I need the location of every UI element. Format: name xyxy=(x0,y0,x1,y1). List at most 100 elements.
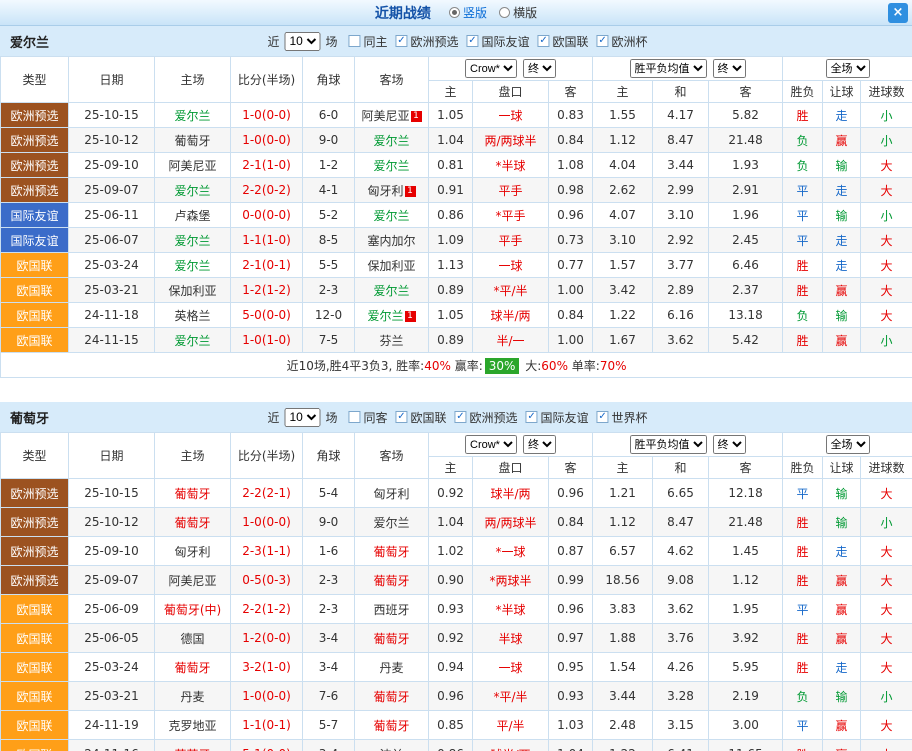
league-type-cell: 欧洲预选 xyxy=(1,566,69,595)
filter-option[interactable]: ✓欧国联 xyxy=(538,33,589,50)
ah-away-odds-cell: 1.03 xyxy=(549,711,593,740)
ah-home-odds-cell: 0.92 xyxy=(429,624,473,653)
odds-source-select[interactable]: 终 xyxy=(713,435,746,454)
match-row: 欧国联25-06-09葡萄牙(中)2-2(1-2)2-3西班牙0.93*半球0.… xyxy=(1,595,912,624)
team-name-text: 爱尔兰 xyxy=(373,159,409,173)
filter-option[interactable]: ✓欧洲杯 xyxy=(597,33,648,50)
score-cell: 1-0(1-0) xyxy=(231,328,303,353)
date-cell: 25-10-12 xyxy=(69,508,155,537)
checked-checkbox-icon[interactable]: ✓ xyxy=(538,35,550,47)
odds-away-cell: 12.18 xyxy=(709,479,783,508)
result-handicap-cell: 走 xyxy=(823,253,861,278)
filter-option[interactable]: 同主 xyxy=(348,33,387,50)
team-name-text: 匈牙利 xyxy=(367,184,403,198)
odds-draw-cell: 6.16 xyxy=(653,303,709,328)
odds-source-select[interactable]: Crow* xyxy=(465,435,517,454)
ah-home-odds-cell: 0.85 xyxy=(429,711,473,740)
home-team-cell: 爱尔兰 xyxy=(155,253,231,278)
odds-away-cell: 5.82 xyxy=(709,103,783,128)
team-name-text: 爱尔兰 xyxy=(174,184,210,198)
odds-source-select[interactable]: 全场 xyxy=(826,435,870,454)
team-name-text: 爱尔兰 xyxy=(174,259,210,273)
corner-cell: 2-3 xyxy=(303,595,355,624)
filter-option-label: 欧洲预选 xyxy=(470,409,518,426)
corner-cell: 5-7 xyxy=(303,711,355,740)
result-goals-cell: 大 xyxy=(861,303,912,328)
odds-home-cell: 1.12 xyxy=(593,508,653,537)
checked-checkbox-icon[interactable]: ✓ xyxy=(597,35,609,47)
result-goals-cell: 大 xyxy=(861,537,912,566)
odds-source-select[interactable]: 全场 xyxy=(826,59,870,78)
layout-mode-horizontal[interactable]: 横版 xyxy=(499,4,537,21)
close-icon[interactable]: × xyxy=(888,3,908,23)
match-row: 欧洲预选25-09-07阿美尼亚0-5(0-3)2-3葡萄牙0.90*两球半0.… xyxy=(1,566,912,595)
date-cell: 24-11-15 xyxy=(69,328,155,353)
column-subheader: 进球数 xyxy=(861,457,912,479)
odds-away-cell: 2.91 xyxy=(709,178,783,203)
team-name-text: 塞内加尔 xyxy=(367,234,415,248)
score-cell: 1-0(0-0) xyxy=(231,103,303,128)
column-subheader: 进球数 xyxy=(861,81,912,103)
odds-source-select[interactable]: 终 xyxy=(713,59,746,78)
checked-checkbox-icon[interactable]: ✓ xyxy=(597,411,609,423)
filter-option[interactable]: ✓欧洲预选 xyxy=(455,409,518,426)
odds-source-select[interactable]: 终 xyxy=(523,435,556,454)
away-team-cell: 匈牙利 xyxy=(355,479,429,508)
match-row: 欧洲预选25-09-07爱尔兰2-2(0-2)4-1匈牙利10.91平手0.98… xyxy=(1,178,912,203)
ah-away-odds-cell: 0.83 xyxy=(549,103,593,128)
unchecked-checkbox-icon[interactable] xyxy=(348,35,360,47)
league-type-cell: 欧国联 xyxy=(1,711,69,740)
ah-away-odds-cell: 1.00 xyxy=(549,328,593,353)
filter-option[interactable]: ✓欧国联 xyxy=(395,409,446,426)
layout-mode-vertical[interactable]: 竖版 xyxy=(449,4,487,21)
filter-option[interactable]: ✓国际友谊 xyxy=(526,409,589,426)
date-cell: 24-11-16 xyxy=(69,740,155,751)
filter-option[interactable]: ✓世界杯 xyxy=(597,409,648,426)
result-wdl-cell: 负 xyxy=(783,303,823,328)
ah-home-odds-cell: 0.86 xyxy=(429,203,473,228)
odds-source-select[interactable]: 终 xyxy=(523,59,556,78)
radio-icon[interactable] xyxy=(499,7,510,18)
team-name-text: 爱尔兰 xyxy=(174,334,210,348)
away-team-cell: 爱尔兰 xyxy=(355,203,429,228)
filter-option[interactable]: ✓欧洲预选 xyxy=(395,33,458,50)
result-wdl-cell: 平 xyxy=(783,595,823,624)
odds-source-select[interactable]: 胜平负均值 xyxy=(630,59,707,78)
result-wdl-cell: 负 xyxy=(783,153,823,178)
checked-checkbox-icon[interactable]: ✓ xyxy=(455,411,467,423)
column-header: 角球 xyxy=(303,57,355,103)
result-handicap-cell: 走 xyxy=(823,178,861,203)
filter-option-label: 同客 xyxy=(363,409,387,426)
corner-cell: 9-0 xyxy=(303,508,355,537)
result-goals-cell: 大 xyxy=(861,278,912,303)
filter-option[interactable]: ✓国际友谊 xyxy=(467,33,530,50)
checked-checkbox-icon[interactable]: ✓ xyxy=(526,411,538,423)
unchecked-checkbox-icon[interactable] xyxy=(348,411,360,423)
checked-checkbox-icon[interactable]: ✓ xyxy=(395,35,407,47)
column-subheader: 主 xyxy=(593,457,653,479)
checked-checkbox-icon[interactable]: ✓ xyxy=(467,35,479,47)
home-team-cell: 葡萄牙 xyxy=(155,508,231,537)
ah-line-cell: *平手 xyxy=(473,203,549,228)
radio-icon[interactable] xyxy=(449,7,460,18)
match-count-select[interactable]: 10 xyxy=(284,408,320,427)
away-team-cell: 葡萄牙 xyxy=(355,682,429,711)
match-count-select[interactable]: 10 xyxy=(284,32,320,51)
column-subheader: 让球 xyxy=(823,457,861,479)
date-cell: 24-11-18 xyxy=(69,303,155,328)
odds-source-select[interactable]: 胜平负均值 xyxy=(630,435,707,454)
column-subheader: 客 xyxy=(709,81,783,103)
result-handicap-cell: 走 xyxy=(823,653,861,682)
column-header: 角球 xyxy=(303,433,355,479)
home-team-cell: 葡萄牙 xyxy=(155,740,231,751)
filter-bar: 近10场同主✓欧洲预选✓国际友谊✓欧国联✓欧洲杯 xyxy=(264,32,647,51)
result-handicap-cell: 输 xyxy=(823,153,861,178)
home-team-cell: 爱尔兰 xyxy=(155,103,231,128)
odds-away-cell: 1.45 xyxy=(709,537,783,566)
match-row: 欧洲预选25-09-10阿美尼亚2-1(1-0)1-2爱尔兰0.81*半球1.0… xyxy=(1,153,912,178)
results-table: 类型日期主场比分(半场)角球客场Crow*终胜平负均值终全场主盘口客主和客胜负让… xyxy=(0,432,912,751)
checked-checkbox-icon[interactable]: ✓ xyxy=(395,411,407,423)
filter-option[interactable]: 同客 xyxy=(348,409,387,426)
odds-source-select[interactable]: Crow* xyxy=(465,59,517,78)
result-wdl-cell: 平 xyxy=(783,711,823,740)
